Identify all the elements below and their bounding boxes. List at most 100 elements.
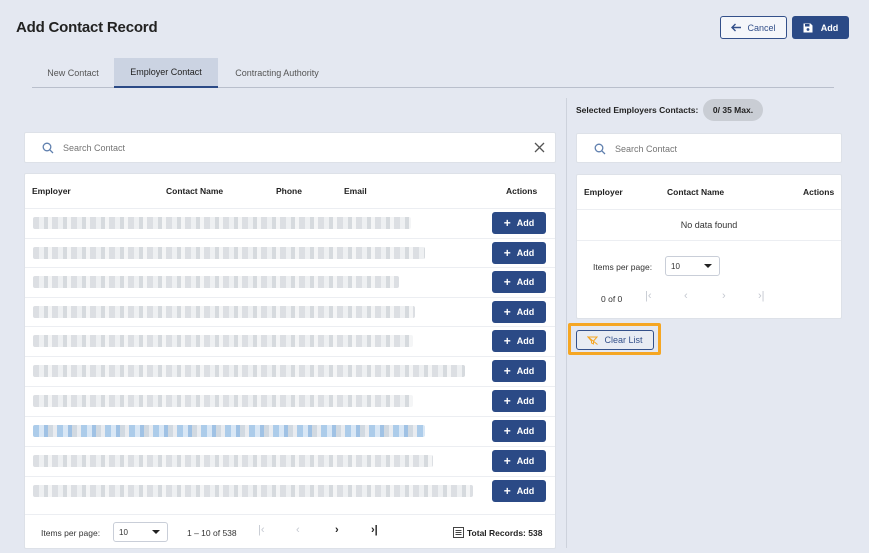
- chevron-down-icon: [152, 530, 160, 534]
- column-header-contact-name: Contact Name: [667, 187, 725, 197]
- prev-page-icon[interactable]: ‹: [684, 290, 688, 302]
- next-page-icon[interactable]: ›: [335, 524, 339, 536]
- table-row: + Add: [25, 416, 555, 446]
- page-range: 0 of 0: [601, 294, 623, 304]
- column-header-contact-name: Contact Name: [166, 186, 224, 196]
- add-record-label: Add: [820, 22, 839, 33]
- list-icon: [453, 527, 464, 538]
- page-range: 1 – 10 of 538: [187, 528, 237, 538]
- redacted-content: [33, 365, 465, 377]
- plus-icon: +: [503, 484, 511, 498]
- close-icon[interactable]: [534, 142, 545, 153]
- plus-icon: +: [503, 275, 511, 289]
- plus-icon: +: [503, 394, 511, 408]
- row-add-label: Add: [516, 426, 535, 436]
- column-header-actions: Actions: [506, 186, 538, 196]
- column-header-actions: Actions: [803, 187, 835, 197]
- prev-page-icon[interactable]: ‹: [296, 524, 300, 536]
- row-add-label: Add: [516, 307, 535, 317]
- first-page-icon[interactable]: |‹: [645, 290, 652, 302]
- items-per-page-value: 10: [119, 527, 128, 537]
- left-search-input[interactable]: [63, 143, 503, 153]
- items-per-page-select[interactable]: 10: [665, 256, 720, 276]
- redacted-content: [33, 395, 413, 407]
- selected-contacts-table: Employer Contact Name Actions No data fo…: [576, 174, 842, 319]
- row-add-label: Add: [516, 456, 535, 466]
- add-record-button[interactable]: Add: [792, 16, 849, 39]
- plus-icon: +: [503, 424, 511, 438]
- table-row: + Add: [25, 267, 555, 297]
- cancel-label: Cancel: [747, 22, 776, 33]
- row-add-button[interactable]: + Add: [492, 330, 546, 352]
- column-header-employer: Employer: [584, 187, 623, 197]
- total-records: Total Records: 538: [467, 528, 543, 538]
- panel-divider: [566, 98, 567, 548]
- row-add-button[interactable]: + Add: [492, 271, 546, 293]
- items-per-page-label: Items per page:: [41, 528, 101, 538]
- last-page-icon[interactable]: ›|: [371, 524, 378, 536]
- row-add-button[interactable]: + Add: [492, 301, 546, 323]
- column-header-email: Email: [344, 186, 367, 196]
- row-add-label: Add: [516, 396, 535, 406]
- row-add-button[interactable]: + Add: [492, 390, 546, 412]
- row-add-label: Add: [516, 486, 535, 496]
- search-icon: [42, 142, 54, 154]
- row-add-button[interactable]: + Add: [492, 450, 546, 472]
- row-add-button[interactable]: + Add: [492, 480, 546, 502]
- plus-icon: +: [503, 334, 511, 348]
- table-row: + Add: [25, 326, 555, 356]
- row-add-label: Add: [516, 218, 535, 228]
- clear-list-label: Clear List: [604, 335, 643, 345]
- tab-bar: New Contact Employer Contact Contracting…: [32, 58, 834, 88]
- plus-icon: +: [503, 216, 511, 230]
- redacted-content: [33, 247, 425, 259]
- clear-list-highlight: Clear List: [568, 323, 661, 355]
- plus-icon: +: [503, 454, 511, 468]
- chevron-down-icon: [704, 264, 712, 268]
- plus-icon: +: [503, 305, 511, 319]
- items-per-page-value: 10: [671, 261, 680, 271]
- left-paginator: Items per page: 10 1 – 10 of 538 |‹ ‹ › …: [25, 514, 555, 550]
- clear-filter-icon: [587, 335, 599, 345]
- table-row: + Add: [25, 208, 555, 238]
- table-row: + Add: [25, 238, 555, 268]
- row-add-label: Add: [516, 248, 535, 258]
- items-per-page-label: Items per page:: [593, 262, 653, 272]
- table-row: + Add: [25, 386, 555, 416]
- tab-contracting-authority[interactable]: Contracting Authority: [218, 58, 336, 87]
- row-add-button[interactable]: + Add: [492, 420, 546, 442]
- save-icon: [803, 23, 813, 32]
- redacted-content: [33, 485, 473, 497]
- column-header-phone: Phone: [276, 186, 302, 196]
- tab-employer-contact[interactable]: Employer Contact: [114, 58, 218, 88]
- items-per-page-select[interactable]: 10: [113, 522, 168, 542]
- search-icon: [594, 143, 606, 155]
- selection-limit-badge: 0/ 35 Max.: [703, 99, 763, 121]
- table-row: + Add: [25, 297, 555, 327]
- clear-list-button[interactable]: Clear List: [576, 330, 654, 350]
- row-add-button[interactable]: + Add: [492, 242, 546, 264]
- redacted-content: [33, 306, 415, 318]
- row-add-label: Add: [516, 366, 535, 376]
- row-add-button[interactable]: + Add: [492, 212, 546, 234]
- table-row: + Add: [25, 446, 555, 476]
- tab-new-contact[interactable]: New Contact: [32, 58, 114, 87]
- redacted-content: [33, 335, 413, 347]
- next-page-icon[interactable]: ›: [722, 290, 726, 302]
- empty-state: No data found: [577, 209, 841, 241]
- arrow-left-icon: [731, 23, 742, 32]
- table-row: + Add: [25, 356, 555, 386]
- row-add-label: Add: [516, 277, 535, 287]
- column-header-employer: Employer: [32, 186, 71, 196]
- cancel-button[interactable]: Cancel: [720, 16, 787, 39]
- first-page-icon[interactable]: |‹: [258, 524, 265, 536]
- right-search-input[interactable]: [615, 144, 815, 154]
- plus-icon: +: [503, 246, 511, 260]
- last-page-icon[interactable]: ›|: [758, 290, 765, 302]
- redacted-content: [33, 425, 425, 437]
- contacts-table: Employer Contact Name Phone Email Action…: [24, 173, 556, 549]
- table-row: + Add: [25, 476, 555, 506]
- row-add-button[interactable]: + Add: [492, 360, 546, 382]
- left-search-box: [24, 132, 556, 163]
- right-search-box: [576, 133, 842, 163]
